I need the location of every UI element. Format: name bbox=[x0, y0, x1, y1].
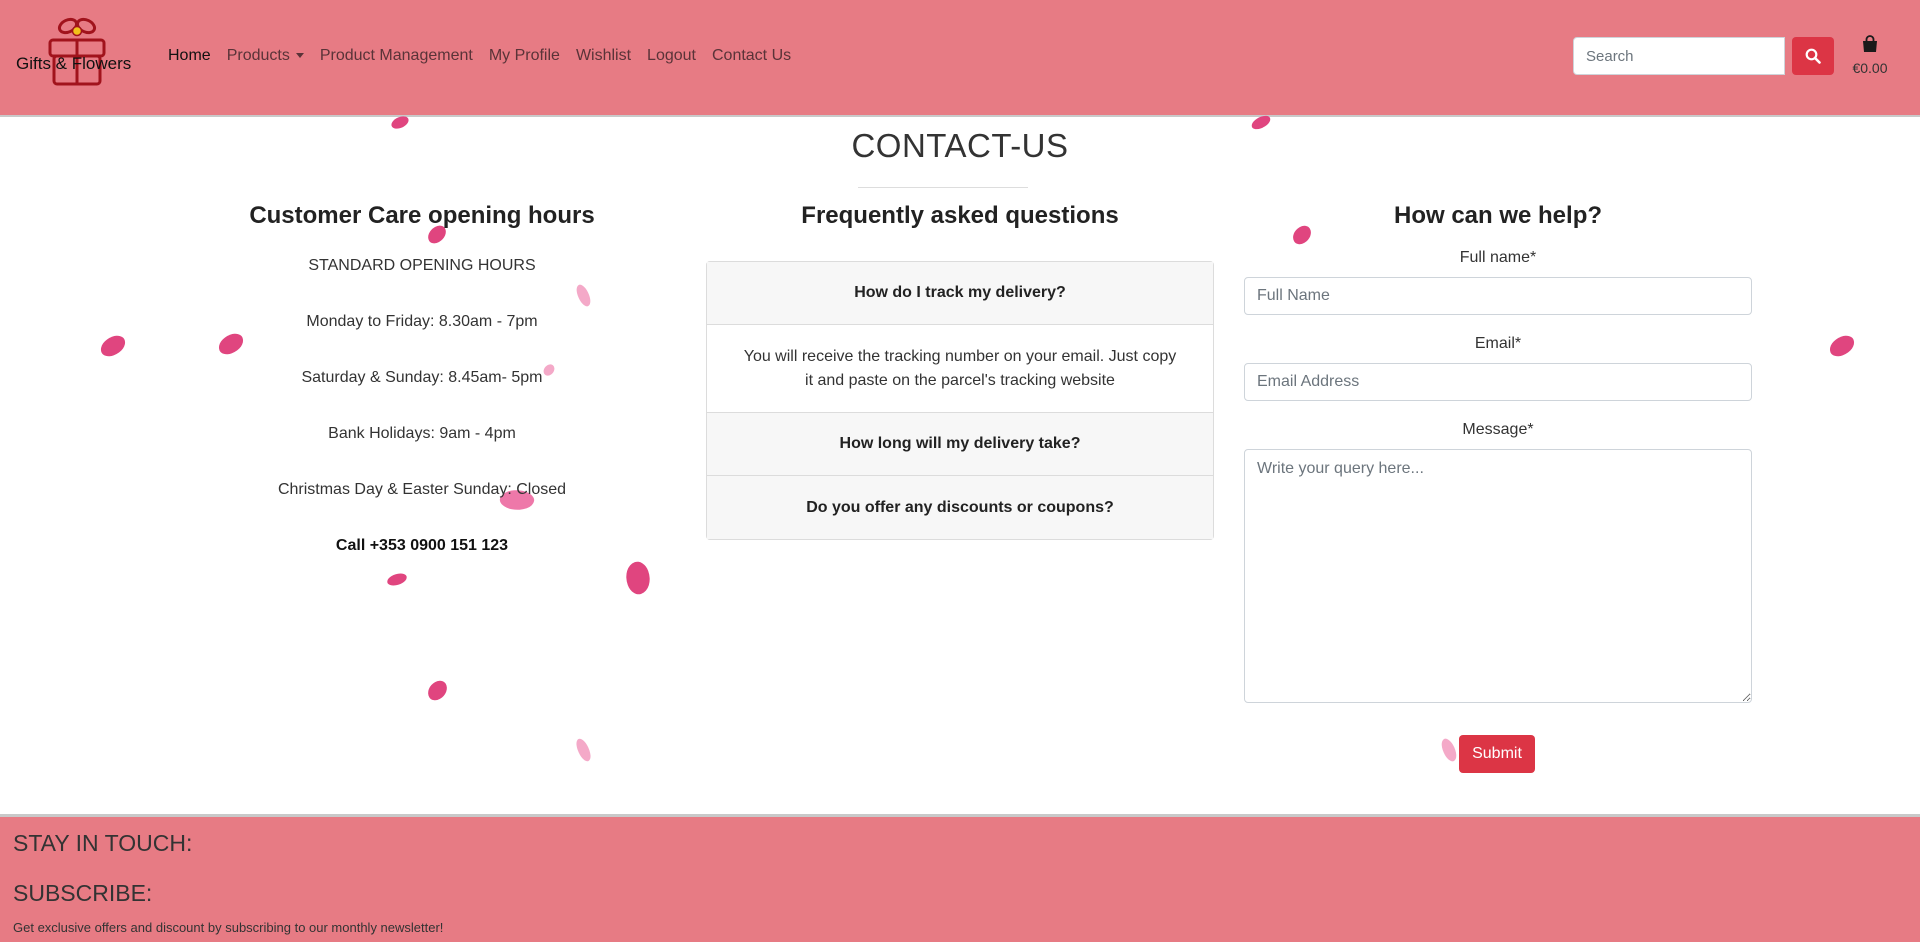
faq-question[interactable]: Do you offer any discounts or coupons? bbox=[707, 476, 1213, 539]
opening-hours-line: Saturday & Sunday: 8.45am- 5pm bbox=[301, 369, 543, 386]
search-icon bbox=[1805, 48, 1821, 64]
petal-decoration bbox=[572, 282, 595, 309]
gift-box-icon bbox=[48, 17, 106, 86]
opening-hours-line: Bank Holidays: 9am - 4pm bbox=[328, 425, 516, 442]
cart-button[interactable]: €0.00 bbox=[1846, 34, 1894, 76]
faq-question[interactable]: How long will my delivery take? bbox=[707, 413, 1213, 476]
nav-products-label: Products bbox=[226, 47, 290, 64]
petal-decoration bbox=[1437, 736, 1461, 764]
petal-decoration bbox=[1826, 333, 1858, 359]
nav-wishlist[interactable]: Wishlist bbox=[568, 47, 639, 65]
petal-decoration bbox=[215, 331, 247, 357]
subscribe-heading: SUBSCRIBE: bbox=[13, 880, 153, 906]
petal-decoration bbox=[97, 333, 129, 359]
message-label: Message* bbox=[1462, 421, 1534, 438]
opening-hours-line: Monday to Friday: 8.30am - 7pm bbox=[306, 313, 538, 330]
subscribe-text: Get exclusive offers and discount by sub… bbox=[13, 920, 444, 935]
contact-form-heading: How can we help? bbox=[1393, 202, 1603, 229]
page-title: CONTACT-US bbox=[851, 127, 1069, 164]
opening-hours-line: STANDARD OPENING HOURS bbox=[308, 257, 536, 274]
opening-hours-line: Christmas Day & Easter Sunday: Closed bbox=[277, 481, 567, 498]
contact-page: CONTACT-US Customer Care opening hours S… bbox=[0, 113, 1920, 814]
faq-question[interactable]: How do I track my delivery? bbox=[707, 262, 1213, 325]
cart-total: €0.00 bbox=[1852, 60, 1888, 76]
opening-hours-heading: Customer Care opening hours bbox=[249, 202, 595, 229]
petal-decoration bbox=[424, 677, 451, 704]
full-name-label: Full name* bbox=[1459, 249, 1537, 266]
brand-name: Gifts & Flowers bbox=[16, 54, 132, 73]
nav-products-dropdown[interactable]: Products bbox=[219, 47, 312, 65]
footer: STAY IN TOUCH: SUBSCRIBE: Get exclusive … bbox=[0, 814, 1920, 942]
message-field[interactable] bbox=[1244, 449, 1752, 703]
email-field[interactable] bbox=[1244, 363, 1752, 401]
nav-home[interactable]: Home bbox=[160, 47, 219, 65]
full-name-field[interactable] bbox=[1244, 277, 1752, 315]
navbar: Gifts & Flowers Home Products Product Ma… bbox=[0, 0, 1920, 117]
phone-number: Call +353 0900 151 123 bbox=[335, 537, 509, 554]
email-label: Email* bbox=[1474, 335, 1522, 352]
nav-product-management[interactable]: Product Management bbox=[312, 47, 481, 65]
nav-contact-us[interactable]: Contact Us bbox=[704, 47, 799, 65]
petal-decoration bbox=[386, 572, 408, 587]
faq-answer: You will receive the tracking number on … bbox=[707, 325, 1213, 413]
shopping-bag-icon bbox=[1863, 35, 1877, 52]
petal-decoration bbox=[621, 558, 655, 598]
main-nav: Home Products Product Management My Prof… bbox=[160, 47, 799, 65]
nav-my-profile[interactable]: My Profile bbox=[481, 47, 568, 65]
search-input[interactable] bbox=[1573, 37, 1785, 75]
faq-heading: Frequently asked questions bbox=[801, 202, 1119, 229]
submit-button[interactable]: Submit bbox=[1459, 735, 1535, 773]
nav-logout[interactable]: Logout bbox=[639, 47, 704, 65]
chevron-down-icon bbox=[295, 53, 304, 59]
brand-logo[interactable]: Gifts & Flowers bbox=[16, 14, 136, 90]
faq-accordion: How do I track my delivery? You will rec… bbox=[706, 261, 1214, 540]
search-button[interactable] bbox=[1792, 37, 1834, 75]
stay-in-touch-heading: STAY IN TOUCH: bbox=[13, 830, 193, 856]
petal-decoration bbox=[572, 736, 595, 764]
title-divider bbox=[858, 187, 1028, 188]
